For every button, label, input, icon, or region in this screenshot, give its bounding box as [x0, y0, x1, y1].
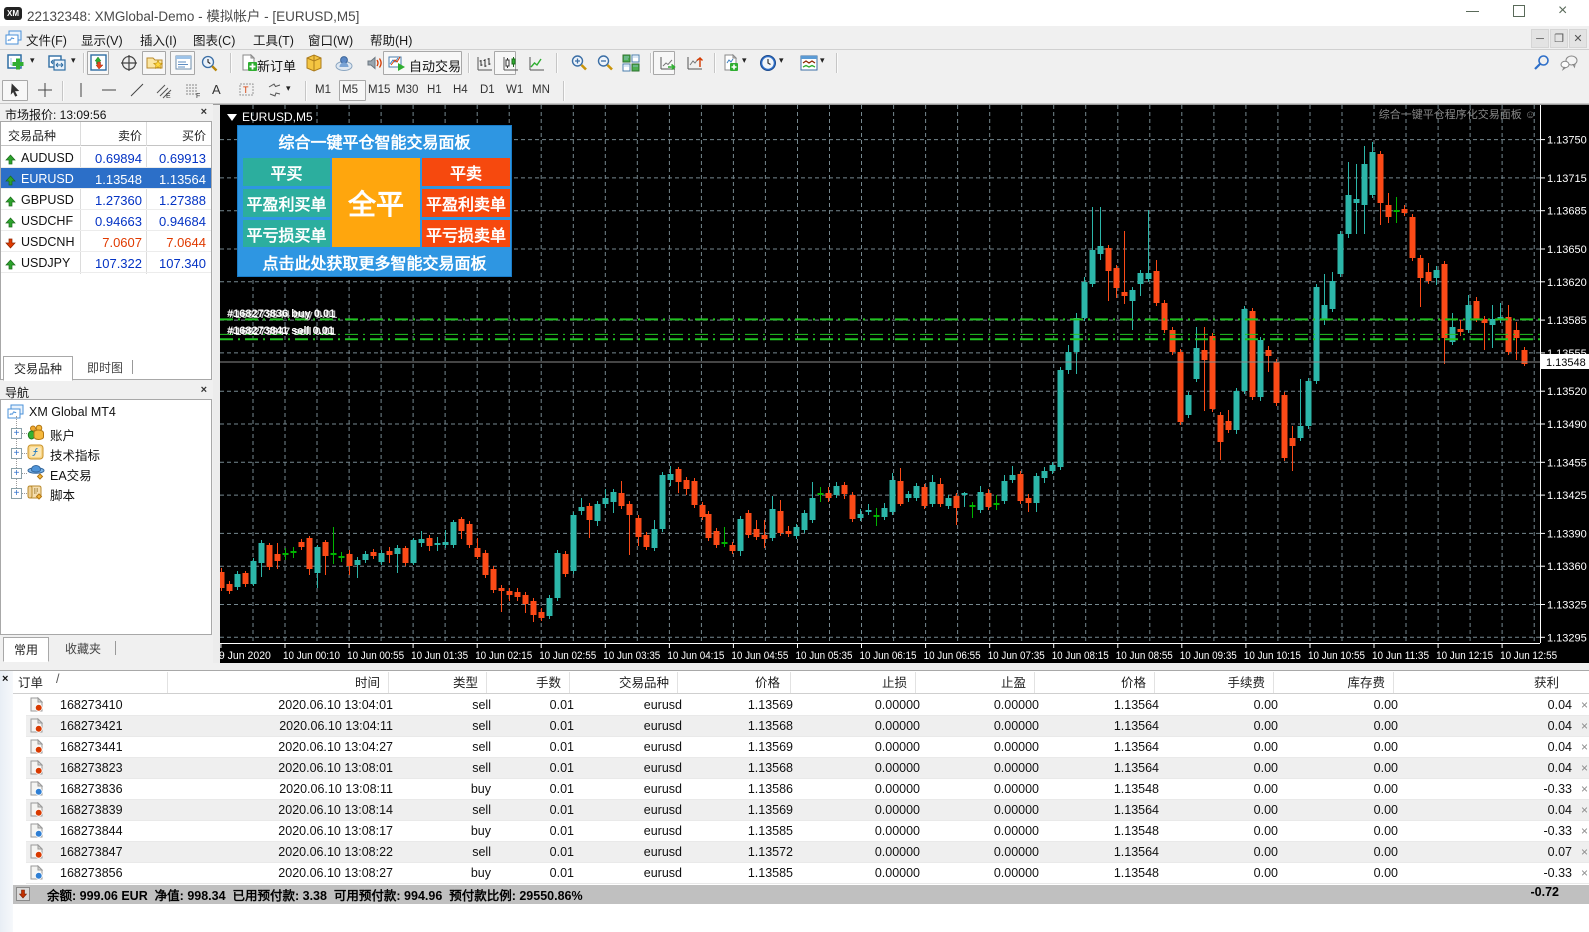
svg-text:E: E — [166, 93, 171, 99]
svg-text:T: T — [243, 85, 249, 95]
svg-text:F: F — [196, 93, 200, 99]
